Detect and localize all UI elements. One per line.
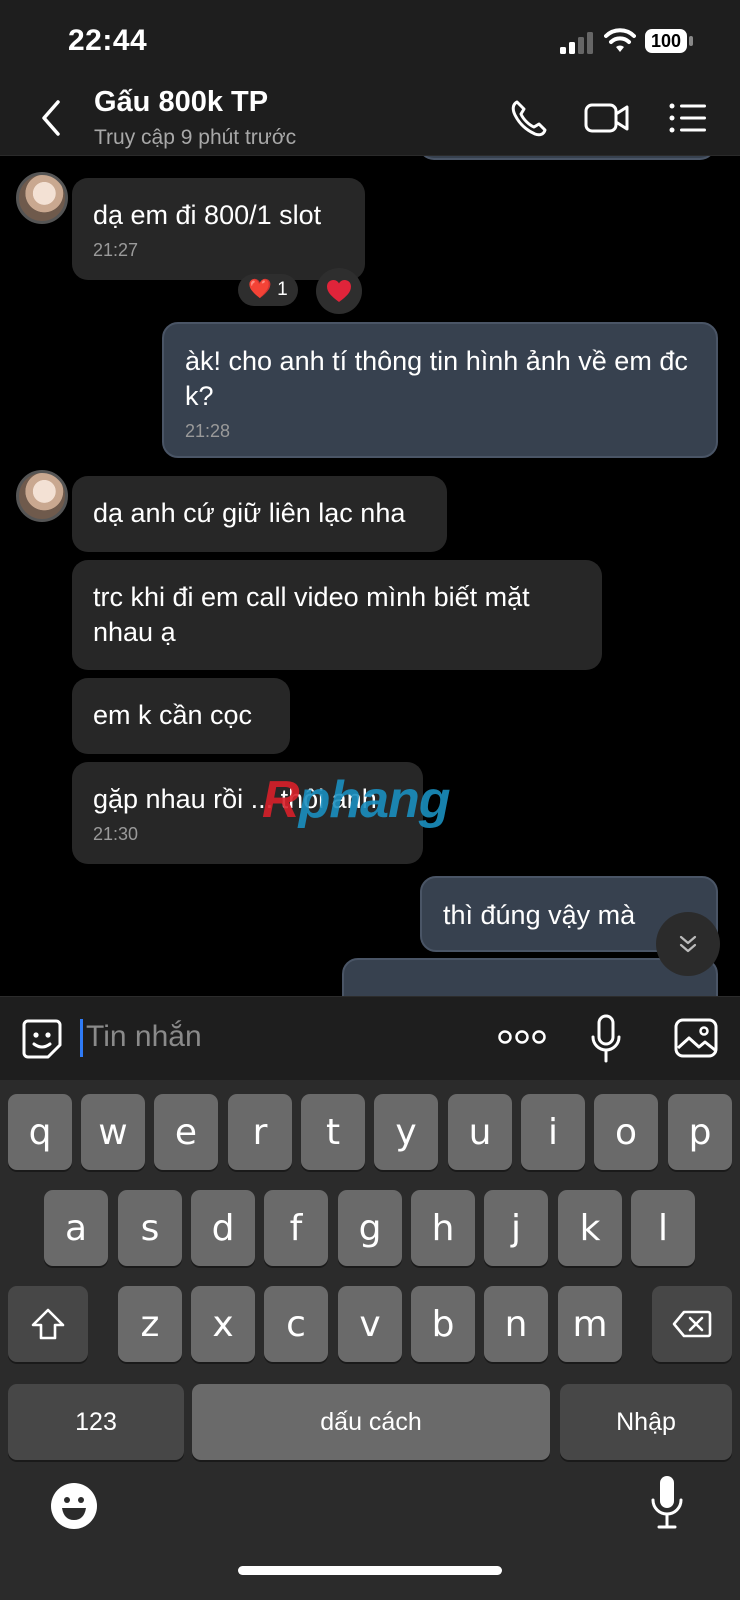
shift-key[interactable] [8,1286,88,1362]
key[interactable]: o [594,1094,658,1170]
status-time: 22:44 [68,24,148,57]
message-input[interactable] [86,1015,466,1059]
image-icon[interactable] [674,1017,718,1059]
key[interactable]: h [411,1190,475,1266]
chat-header: Gấu 800k TP Truy cập 9 phút trước [0,80,740,156]
key[interactable]: y [374,1094,438,1170]
message-bubble-incoming[interactable]: em k cần cọc [72,678,290,754]
heart-reaction-icon[interactable] [316,268,362,314]
scroll-to-bottom-button[interactable] [656,912,720,976]
message-time: 21:27 [93,240,139,260]
back-button[interactable] [34,98,68,138]
reaction-count: 1 [277,279,288,300]
double-chevron-down-icon [679,935,697,953]
message-time: 21:28 [185,421,231,441]
battery-level: 100 [650,31,682,51]
key[interactable]: t [301,1094,365,1170]
message-text: thì đúng vậy mà [443,900,636,930]
message-text: trc khi đi em call video mình biết mặt n… [93,582,530,647]
signal-icon [560,32,593,54]
status-bar: 22:44 100 [0,0,740,80]
message-text: àk! cho anh tí thông tin hình ảnh về em … [185,346,688,411]
avatar[interactable] [16,470,68,522]
chat-title[interactable]: Gấu 800k TP [94,86,268,119]
key[interactable]: f [264,1190,328,1266]
message-text: dạ anh cứ giữ liên lạc nha [93,498,406,528]
video-call-icon[interactable] [584,96,630,140]
backspace-key[interactable] [652,1286,732,1362]
key[interactable]: b [411,1286,475,1362]
key[interactable]: s [118,1190,182,1266]
watermark-logo: Rphang [262,771,451,829]
key[interactable]: k [558,1190,622,1266]
shift-icon [31,1308,65,1340]
phone-icon[interactable] [508,96,548,140]
message-text: dạ em đi 800/1 slot [93,200,322,230]
key[interactable]: a [44,1190,108,1266]
key[interactable]: c [264,1286,328,1362]
key[interactable]: v [338,1286,402,1362]
menu-icon[interactable] [668,96,708,140]
reaction-summary[interactable]: ❤️ 1 [238,274,298,306]
microphone-icon[interactable] [590,1013,622,1065]
message-bubble-incoming[interactable]: trc khi đi em call video mình biết mặt n… [72,560,602,670]
message-bubble-incoming[interactable]: dạ em đi 800/1 slot 21:27 [72,178,365,280]
key[interactable]: r [228,1094,292,1170]
message-bubble-partial [342,958,718,996]
wifi-icon [604,28,636,52]
key[interactable]: e [154,1094,218,1170]
battery-icon: 100 [644,28,694,54]
message-bubble-incoming[interactable]: dạ anh cứ giữ liên lạc nha [72,476,447,552]
key[interactable]: g [338,1190,402,1266]
text-cursor [80,1019,83,1057]
key[interactable]: n [484,1286,548,1362]
backspace-icon [672,1310,712,1338]
space-key[interactable]: dấu cách [192,1384,550,1460]
message-text: em k cần cọc [93,700,253,730]
key[interactable]: z [118,1286,182,1362]
key[interactable]: d [191,1190,255,1266]
key[interactable]: m [558,1286,622,1362]
key[interactable]: u [448,1094,512,1170]
chat-messages[interactable]: dạ em đi 800/1 slot 21:27 ❤️ 1 àk! cho a… [0,156,740,996]
key[interactable]: w [81,1094,145,1170]
sticker-icon[interactable] [20,1017,64,1061]
message-bubble-partial [418,156,716,160]
last-seen-status: Truy cập 9 phút trước [94,126,297,149]
key[interactable]: p [668,1094,732,1170]
return-key[interactable]: Nhập [560,1384,732,1460]
avatar[interactable] [16,172,68,224]
dictation-icon[interactable] [650,1474,684,1532]
home-indicator[interactable] [238,1566,502,1575]
key[interactable]: i [521,1094,585,1170]
key[interactable]: q [8,1094,72,1170]
more-options-icon[interactable] [498,1025,546,1049]
message-bubble-outgoing[interactable]: àk! cho anh tí thông tin hình ảnh về em … [162,322,718,458]
key[interactable]: l [631,1190,695,1266]
keyboard: q w e r t y u i o p a s d f g h j k l z … [0,1080,740,1600]
message-input-bar [0,996,740,1080]
key[interactable]: x [191,1286,255,1362]
key[interactable]: j [484,1190,548,1266]
numbers-key[interactable]: 123 [8,1384,184,1460]
emoji-keyboard-icon[interactable] [50,1482,98,1530]
